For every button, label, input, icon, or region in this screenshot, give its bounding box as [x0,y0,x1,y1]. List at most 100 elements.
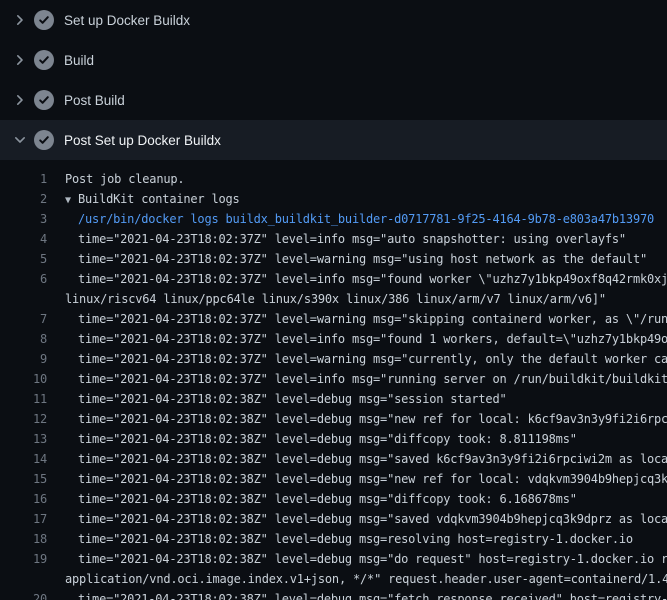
log-line: 3 /usr/bin/docker logs buildx_buildkit_b… [0,209,667,229]
chevron-right-icon[interactable] [12,12,28,28]
log-line: 12 time="2021-04-23T18:02:38Z" level=deb… [0,409,667,429]
log-line: 20 time="2021-04-23T18:02:38Z" level=deb… [0,589,667,600]
check-circle-icon [34,50,54,70]
log-line-number[interactable]: 18 [0,529,47,549]
log-line-text: time="2021-04-23T18:02:38Z" level=debug … [78,489,577,509]
log-line-text: time="2021-04-23T18:02:37Z" level=warnin… [78,249,647,269]
log-text: time="2021-04-23T18:02:37Z" level=warnin… [78,312,667,326]
log-text: time="2021-04-23T18:02:38Z" level=debug … [78,392,507,406]
log-line: 11 time="2021-04-23T18:02:38Z" level=deb… [0,389,667,409]
log-line: 6 time="2021-04-23T18:02:37Z" level=info… [0,269,667,289]
log-text: time="2021-04-23T18:02:37Z" level=info m… [78,232,626,246]
log-text: time="2021-04-23T18:02:38Z" level=debug … [78,472,667,486]
log-line-number[interactable]: 10 [0,369,47,389]
log-line-text: time="2021-04-23T18:02:37Z" level=info m… [78,369,667,389]
log-line-text: ▼BuildKit container logs [65,189,240,209]
log-line-text: time="2021-04-23T18:02:37Z" level=warnin… [78,309,667,329]
log-line: 9 time="2021-04-23T18:02:37Z" level=warn… [0,349,667,369]
log-line-number[interactable]: 7 [0,309,47,329]
log-container: 1 Post job cleanup. 2 ▼BuildKit containe… [0,160,667,600]
step-header[interactable]: Build [0,40,667,80]
log-text: time="2021-04-23T18:02:38Z" level=debug … [78,412,667,426]
log-line-text: time="2021-04-23T18:02:38Z" level=debug … [78,389,507,409]
log-line: 17 time="2021-04-23T18:02:38Z" level=deb… [0,509,667,529]
log-text: time="2021-04-23T18:02:38Z" level=debug … [78,452,667,466]
log-line-text: time="2021-04-23T18:02:38Z" level=debug … [78,429,577,449]
log-line: 10 time="2021-04-23T18:02:37Z" level=inf… [0,369,667,389]
log-line: 15 time="2021-04-23T18:02:38Z" level=deb… [0,469,667,489]
log-line-text: time="2021-04-23T18:02:38Z" level=debug … [78,409,667,429]
log-line-number[interactable]: 8 [0,329,47,349]
step-header[interactable]: Post Build [0,80,667,120]
log-line-number[interactable]: 16 [0,489,47,509]
log-line-number[interactable]: 12 [0,409,47,429]
log-line-number[interactable]: 4 [0,229,47,249]
log-line-text: time="2021-04-23T18:02:38Z" level=debug … [78,529,633,549]
log-line-text: time="2021-04-23T18:02:38Z" level=debug … [78,509,667,529]
log-line: 14 time="2021-04-23T18:02:38Z" level=deb… [0,449,667,469]
log-line-number[interactable]: 13 [0,429,47,449]
log-group-expander-icon[interactable]: ▼ [65,191,78,209]
log-text: linux/riscv64 linux/ppc64le linux/s390x … [65,292,606,306]
step-header[interactable]: Set up Docker Buildx [0,0,667,40]
log-line-number[interactable] [0,569,47,589]
log-line-number[interactable] [0,289,47,309]
log-text: time="2021-04-23T18:02:37Z" level=info m… [78,272,667,286]
log-line: 8 time="2021-04-23T18:02:37Z" level=info… [0,329,667,349]
log-line-text: application/vnd.oci.image.index.v1+json,… [65,569,667,589]
step-label: Build [64,53,94,68]
log-line-number[interactable]: 5 [0,249,47,269]
log-text: time="2021-04-23T18:02:38Z" level=debug … [78,512,667,526]
log-line-text: time="2021-04-23T18:02:37Z" level=info m… [78,329,667,349]
log-text: time="2021-04-23T18:02:37Z" level=warnin… [78,352,667,366]
job-log-viewer: Set up Docker Buildx Build [0,0,667,600]
log-line-number[interactable]: 1 [0,169,47,189]
step-label: Post Build [64,93,125,108]
log-text: time="2021-04-23T18:02:38Z" level=debug … [78,492,577,506]
log-text: Post job cleanup. [65,172,184,186]
chevron-right-icon[interactable] [12,92,28,108]
check-circle-icon [34,10,54,30]
log-line: 7 time="2021-04-23T18:02:37Z" level=warn… [0,309,667,329]
log-line-text: time="2021-04-23T18:02:38Z" level=debug … [78,589,667,600]
chevron-down-icon[interactable] [12,132,28,148]
log-line-number[interactable]: 20 [0,589,47,600]
log-line-text: time="2021-04-23T18:02:37Z" level=info m… [78,269,667,289]
log-line-text: time="2021-04-23T18:02:37Z" level=info m… [78,229,626,249]
log-line-text: linux/riscv64 linux/ppc64le linux/s390x … [65,289,606,309]
step-header[interactable]: Post Set up Docker Buildx [0,120,667,160]
log-line-number[interactable]: 15 [0,469,47,489]
log-line-number[interactable]: 19 [0,549,47,569]
log-text: time="2021-04-23T18:02:38Z" level=debug … [78,592,667,600]
log-line: 5 time="2021-04-23T18:02:37Z" level=warn… [0,249,667,269]
log-text: time="2021-04-23T18:02:38Z" level=debug … [78,532,633,546]
step-label: Post Set up Docker Buildx [64,133,221,148]
log-text: application/vnd.oci.image.index.v1+json,… [65,572,667,586]
log-line: 13 time="2021-04-23T18:02:38Z" level=deb… [0,429,667,449]
log-line-number[interactable]: 3 [0,209,47,229]
log-line: application/vnd.oci.image.index.v1+json,… [0,569,667,589]
log-line: 18 time="2021-04-23T18:02:38Z" level=deb… [0,529,667,549]
log-line-text: time="2021-04-23T18:02:38Z" level=debug … [78,549,667,569]
chevron-right-icon[interactable] [12,52,28,68]
log-line-number[interactable]: 6 [0,269,47,289]
log-line-text: time="2021-04-23T18:02:38Z" level=debug … [78,449,667,469]
log-text: time="2021-04-23T18:02:37Z" level=info m… [78,372,667,386]
log-line-number[interactable]: 14 [0,449,47,469]
step-list: Set up Docker Buildx Build [0,0,667,160]
log-line-number[interactable]: 9 [0,349,47,369]
log-line-number[interactable]: 11 [0,389,47,409]
log-line: 16 time="2021-04-23T18:02:38Z" level=deb… [0,489,667,509]
log-line-text: time="2021-04-23T18:02:38Z" level=debug … [78,469,667,489]
log-text: time="2021-04-23T18:02:38Z" level=debug … [78,432,577,446]
log-line: 1 Post job cleanup. [0,169,667,189]
log-line-number[interactable]: 17 [0,509,47,529]
check-circle-icon [34,130,54,150]
log-line-text: time="2021-04-23T18:02:37Z" level=warnin… [78,349,667,369]
log-line-number[interactable]: 2 [0,189,47,209]
log-line: 2 ▼BuildKit container logs [0,189,667,209]
log-text: time="2021-04-23T18:02:37Z" level=warnin… [78,252,647,266]
log-line-text: /usr/bin/docker logs buildx_buildkit_bui… [78,209,654,229]
log-text: BuildKit container logs [78,192,240,206]
log-line: 4 time="2021-04-23T18:02:37Z" level=info… [0,229,667,249]
